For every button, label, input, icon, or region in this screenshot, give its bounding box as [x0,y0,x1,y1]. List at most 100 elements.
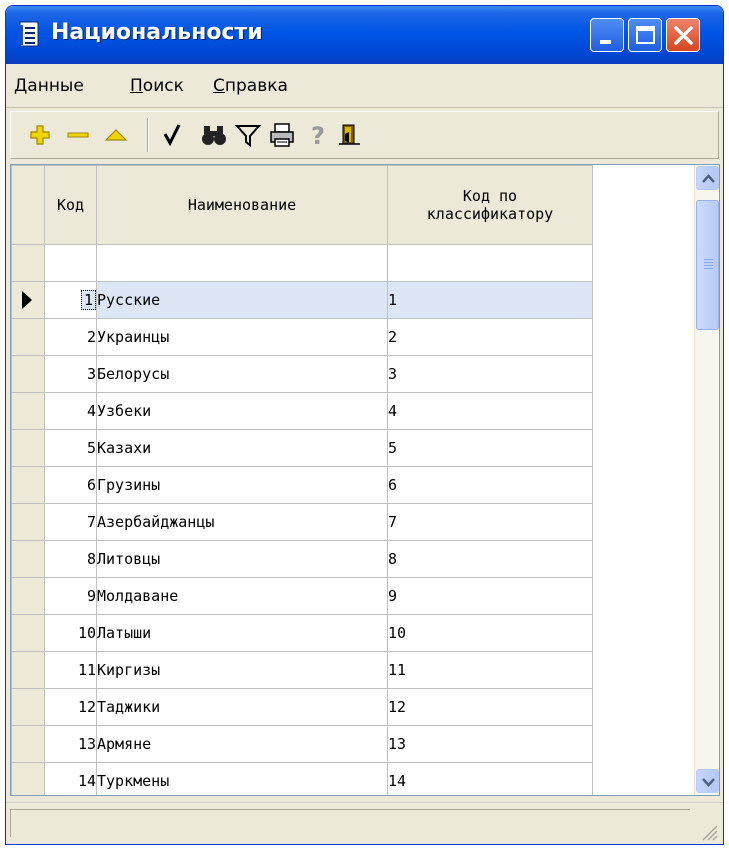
row-indicator[interactable] [11,392,45,430]
title-bar[interactable]: Национальности [6,6,723,64]
menu-search[interactable]: Поиск [130,76,184,96]
cell-classifier[interactable]: 10 [387,614,593,652]
cell-classifier[interactable]: 8 [387,540,593,578]
row-indicator[interactable] [11,762,45,795]
table-row[interactable]: 5 Казахи 5 [11,429,593,467]
close-button[interactable] [666,18,700,52]
row-indicator[interactable] [11,429,45,467]
cell-name[interactable]: Молдаване [96,577,388,615]
cell-classifier[interactable]: 9 [387,577,593,615]
cell-name[interactable]: Азербайджанцы [96,503,388,541]
filter-button[interactable] [233,120,263,150]
apply-button[interactable] [157,120,187,150]
row-indicator[interactable] [11,466,45,504]
table-row[interactable]: 6 Грузины 6 [11,466,593,504]
row-indicator[interactable] [11,725,45,763]
filter-classifier-cell[interactable] [387,244,593,282]
row-indicator[interactable] [11,503,45,541]
table-row[interactable]: 12 Таджики 12 [11,688,593,726]
cell-code[interactable]: 11 [44,651,97,689]
cell-code[interactable]: 9 [44,577,97,615]
data-grid[interactable]: Код Наименование Код по классификатору 1… [10,164,720,796]
cell-code[interactable]: 13 [44,725,97,763]
cell-name[interactable]: Русские [96,281,388,319]
table-row[interactable]: 1 Русские 1 [11,281,593,319]
table-row[interactable]: 2 Украинцы 2 [11,318,593,356]
cell-code[interactable]: 5 [44,429,97,467]
filter-code-cell[interactable] [44,244,97,282]
cell-code[interactable]: 8 [44,540,97,578]
table-row[interactable]: 9 Молдаване 9 [11,577,593,615]
row-indicator[interactable] [11,281,45,319]
cell-code[interactable]: 1 [44,281,97,319]
table-row[interactable]: 3 Белорусы 3 [11,355,593,393]
table-row[interactable]: 13 Армяне 13 [11,725,593,763]
vertical-scrollbar[interactable] [694,165,719,795]
table-row[interactable]: 10 Латыши 10 [11,614,593,652]
column-header-classifier[interactable]: Код по классификатору [387,165,593,245]
cell-name[interactable]: Литовцы [96,540,388,578]
cell-name[interactable]: Грузины [96,466,388,504]
cell-code[interactable]: 4 [44,392,97,430]
table-row[interactable]: 7 Азербайджанцы 7 [11,503,593,541]
cell-classifier[interactable]: 13 [387,725,593,763]
cell-code[interactable]: 10 [44,614,97,652]
menu-data-accel: Д [14,76,28,96]
cell-code[interactable]: 3 [44,355,97,393]
cell-code[interactable]: 12 [44,688,97,726]
resize-grip-icon[interactable] [699,822,719,842]
row-indicator[interactable] [11,540,45,578]
row-indicator[interactable] [11,614,45,652]
cell-name[interactable]: Киргизы [96,651,388,689]
cell-name[interactable]: Украинцы [96,318,388,356]
cell-classifier[interactable]: 11 [387,651,593,689]
cell-classifier[interactable]: 12 [387,688,593,726]
menu-help[interactable]: Справка [213,76,288,96]
row-indicator[interactable] [11,651,45,689]
maximize-button[interactable] [628,18,662,52]
cell-classifier[interactable]: 4 [387,392,593,430]
table-row[interactable]: 8 Литовцы 8 [11,540,593,578]
cell-name[interactable]: Армяне [96,725,388,763]
cell-classifier[interactable]: 6 [387,466,593,504]
delete-button[interactable] [63,120,93,150]
find-button[interactable] [199,120,229,150]
cell-name[interactable]: Латыши [96,614,388,652]
row-indicator[interactable] [11,688,45,726]
add-button[interactable] [25,120,55,150]
row-indicator[interactable] [11,318,45,356]
print-button[interactable] [267,120,297,150]
filter-name-cell[interactable] [96,244,388,282]
cell-name[interactable]: Белорусы [96,355,388,393]
cell-code[interactable]: 2 [44,318,97,356]
cell-code[interactable]: 14 [44,762,97,795]
row-indicator[interactable] [11,355,45,393]
cell-name[interactable]: Казахи [96,429,388,467]
app-icon [16,20,42,50]
help-button[interactable]: ? [303,120,333,150]
cell-classifier[interactable]: 2 [387,318,593,356]
table-row[interactable]: 14 Туркмены 14 [11,762,593,795]
scroll-thumb[interactable] [696,200,719,330]
cell-classifier[interactable]: 7 [387,503,593,541]
row-indicator[interactable] [11,577,45,615]
cell-code[interactable]: 7 [44,503,97,541]
cell-name[interactable]: Туркмены [96,762,388,795]
column-header-name[interactable]: Наименование [96,165,388,245]
minimize-button[interactable] [590,18,624,52]
edit-button[interactable] [101,120,131,150]
column-header-code[interactable]: Код [44,165,97,245]
cell-classifier[interactable]: 5 [387,429,593,467]
cell-classifier[interactable]: 3 [387,355,593,393]
exit-button[interactable] [335,120,365,150]
cell-classifier[interactable]: 14 [387,762,593,795]
scroll-up-button[interactable] [696,166,719,190]
table-row[interactable]: 4 Узбеки 4 [11,392,593,430]
cell-name[interactable]: Узбеки [96,392,388,430]
scroll-down-button[interactable] [696,769,719,793]
menu-data[interactable]: Данные [14,76,84,96]
cell-code[interactable]: 6 [44,466,97,504]
table-row[interactable]: 11 Киргизы 11 [11,651,593,689]
cell-classifier[interactable]: 1 [387,281,593,319]
cell-name[interactable]: Таджики [96,688,388,726]
